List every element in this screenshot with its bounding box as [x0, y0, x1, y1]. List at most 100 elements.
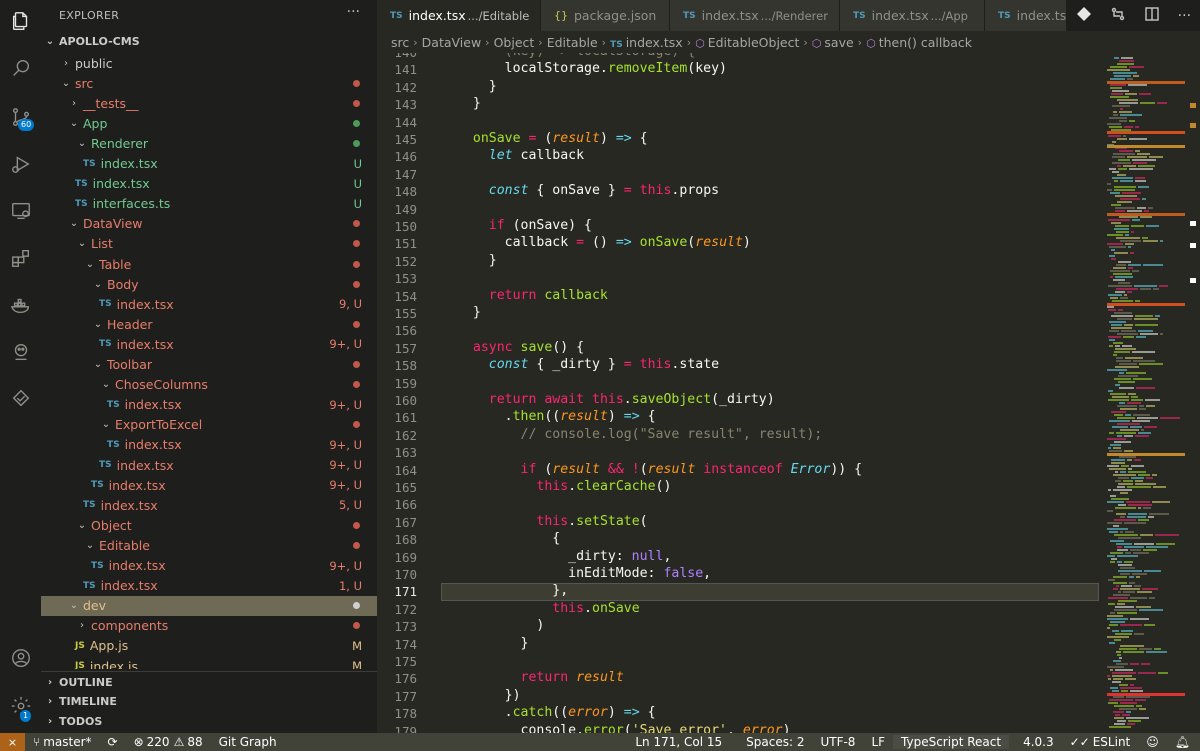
breadcrumb-item[interactable]: ⬡ save	[808, 35, 854, 50]
file-item[interactable]: TS index.tsx 9+, U	[41, 455, 377, 475]
folder-item[interactable]: ⌄ DataView	[41, 214, 377, 234]
minimap-line	[1119, 60, 1134, 62]
live-share-icon[interactable]	[0, 334, 41, 370]
notifications-bell-icon[interactable]: 🔔︎	[1167, 735, 1200, 749]
timeline-section[interactable]: › TIMELINE	[41, 691, 377, 711]
git-graph-button[interactable]: Git Graph	[211, 735, 285, 749]
minimap-line	[1129, 576, 1134, 578]
settings-gear-icon[interactable]: 1	[0, 688, 41, 724]
eslint-status[interactable]: ✓✓ ESLint	[1062, 735, 1139, 749]
folder-item[interactable]: ⌄ List	[41, 234, 377, 254]
outline-section[interactable]: › OUTLINE	[41, 671, 377, 692]
tab-app-index[interactable]: TS index.tsx .../App	[840, 0, 985, 31]
folder-item[interactable]: ⌄ Editable	[41, 535, 377, 555]
minimap-line	[1114, 75, 1131, 77]
modified-dot	[353, 541, 360, 549]
folder-item[interactable]: ⌄ src	[41, 73, 377, 93]
file-item[interactable]: TS index.tsx 9+, U	[41, 395, 377, 415]
folder-item[interactable]: ⌄ ChoseColumns	[41, 375, 377, 395]
feedback-icon[interactable]: ☺	[1138, 735, 1167, 749]
more-actions-icon[interactable]: ···	[347, 4, 360, 20]
docker-icon[interactable]	[0, 287, 41, 323]
minimap-line	[1116, 432, 1136, 434]
branch-indicator[interactable]: ⑂ master*	[25, 735, 100, 749]
minimap-line	[1153, 288, 1159, 290]
minimap-line	[1111, 315, 1133, 317]
minimap-line	[1110, 612, 1115, 614]
file-item[interactable]: TS index.tsx U	[41, 154, 377, 174]
file-item[interactable]: TS index.tsx U	[41, 174, 377, 194]
folder-item[interactable]: › __tests__	[41, 93, 377, 113]
file-item[interactable]: JS App.js M	[41, 636, 377, 656]
more-actions-icon[interactable]: ···	[1178, 8, 1191, 24]
file-item[interactable]: TS index.tsx 9+, U	[41, 334, 377, 354]
explorer-icon[interactable]	[0, 3, 41, 39]
folder-item[interactable]: ⌄ Header	[41, 314, 377, 334]
encoding[interactable]: UTF-8	[812, 735, 863, 749]
vertical-scrollbar[interactable]	[1187, 53, 1200, 733]
file-item[interactable]: TS interfaces.ts U	[41, 194, 377, 214]
folder-item[interactable]: ⌄ Object	[41, 515, 377, 535]
tab-index[interactable]: TS index.tsx	[985, 0, 1067, 31]
folder-item[interactable]: ⌄ dev	[41, 595, 377, 616]
remote-explorer-icon[interactable]	[0, 193, 41, 229]
file-item[interactable]: TS index.tsx 1, U	[41, 576, 377, 596]
source-control-icon[interactable]: 60	[0, 99, 41, 135]
minimap-line	[1119, 216, 1138, 218]
code-editor[interactable]: 140 (key) => localStorage) {141 localSto…	[377, 53, 1105, 733]
search-icon[interactable]	[0, 50, 41, 86]
split-editor-icon[interactable]	[1144, 6, 1160, 26]
remote-indicator-icon[interactable]: ⨯	[0, 733, 25, 751]
tab-package-json[interactable]: {} package.json	[541, 0, 670, 31]
compare-changes-icon[interactable]	[1110, 6, 1126, 26]
minimap-line	[1117, 201, 1132, 203]
file-item[interactable]: TS index.tsx 9+, U	[41, 435, 377, 455]
breadcrumb-item[interactable]: Object	[490, 35, 535, 50]
file-item[interactable]: JS index.js M	[41, 656, 377, 670]
folder-item[interactable]: › public	[41, 53, 377, 73]
minimap-line	[1108, 285, 1132, 287]
extensions-icon[interactable]	[0, 240, 41, 276]
minimap-line	[1120, 573, 1130, 575]
run-debug-icon[interactable]	[0, 146, 41, 182]
folder-item[interactable]: ⌄ Toolbar	[41, 355, 377, 375]
minimap[interactable]	[1105, 53, 1187, 733]
typescript-version[interactable]: 4.0.3	[1009, 735, 1062, 749]
minimap-line	[1118, 477, 1129, 479]
breadcrumb-item[interactable]: ⬡ then() callback	[862, 35, 972, 50]
folder-item[interactable]: › components	[41, 616, 377, 636]
folder-item[interactable]: ⌄ Table	[41, 254, 377, 274]
folder-item[interactable]: ⌄ Body	[41, 274, 377, 294]
language-mode[interactable]: TypeScript React	[893, 735, 1010, 749]
file-item[interactable]: TS index.tsx 9+, U	[41, 475, 377, 495]
sync-icon[interactable]: ⟳	[100, 735, 126, 749]
folder-item[interactable]: ⌄ Renderer	[41, 133, 377, 153]
workspace-root[interactable]: ⌄ APOLLO-CMS	[41, 31, 377, 51]
git-lens-icon[interactable]	[1076, 6, 1092, 26]
folder-item[interactable]: ⌄ ExportToExcel	[41, 415, 377, 435]
breadcrumb-item[interactable]: src	[377, 35, 409, 50]
breadcrumb-item[interactable]: TS index.tsx	[606, 35, 683, 50]
testing-icon[interactable]	[0, 381, 41, 417]
todos-section[interactable]: › TODOS	[41, 711, 377, 731]
indentation[interactable]: Spaces: 2	[738, 735, 812, 749]
account-icon[interactable]	[0, 640, 41, 676]
breadcrumb-item[interactable]: DataView	[418, 35, 482, 50]
tab-editable-index[interactable]: TS index.tsx .../Editable	[377, 0, 541, 31]
eslint-label: ESLint	[1092, 735, 1131, 749]
minimap-error-marker	[1107, 145, 1185, 148]
git-status-badge: U	[353, 156, 362, 171]
tab-renderer-index[interactable]: TS index.tsx .../Renderer	[670, 0, 840, 31]
folder-item[interactable]: ⌄ App	[41, 113, 377, 133]
file-item[interactable]: TS index.tsx 5, U	[41, 495, 377, 515]
minimap-line	[1130, 252, 1134, 254]
breadcrumb-item[interactable]: ⬡ EditableObject	[691, 35, 799, 50]
end-of-line[interactable]: LF	[863, 735, 893, 749]
cursor-position[interactable]: Ln 171, Col 15	[627, 735, 738, 749]
problems-indicator[interactable]: ⊗ 220 ⚠ 88	[126, 735, 211, 749]
breadcrumb-item[interactable]: Editable	[543, 35, 598, 50]
file-item[interactable]: TS index.tsx 9, U	[41, 294, 377, 314]
minimap-line	[1139, 363, 1163, 365]
symbol-class-icon: ⬡	[695, 36, 705, 50]
file-item[interactable]: TS index.tsx 9+, U	[41, 556, 377, 576]
